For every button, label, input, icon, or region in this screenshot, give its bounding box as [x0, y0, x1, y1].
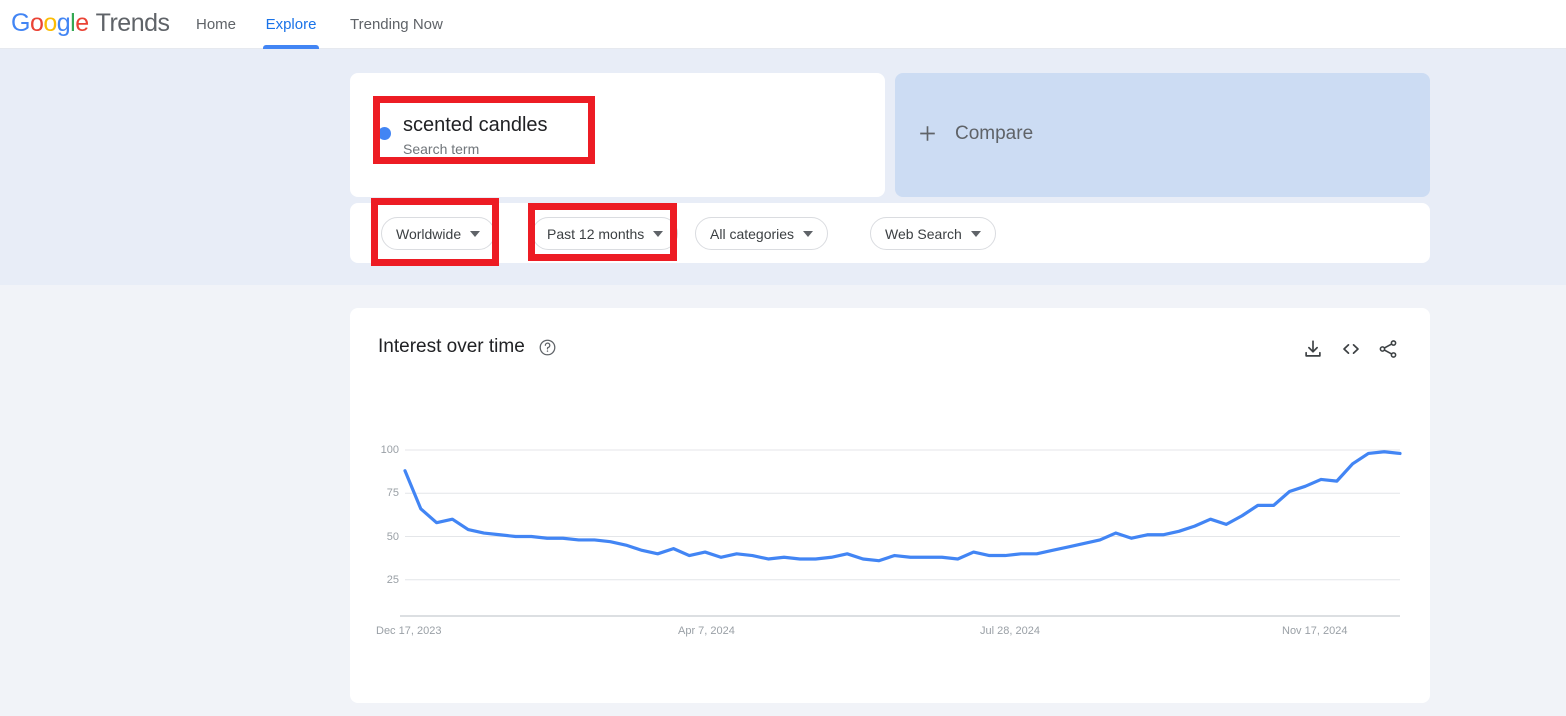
google-trends-logo[interactable]: Google Trends [11, 9, 170, 38]
x-axis-tick-label: Dec 17, 2023 [376, 625, 442, 637]
interest-over-time-chart[interactable] [350, 308, 1430, 703]
y-axis-tick-25: 25 [386, 574, 399, 586]
chart-svg [400, 449, 1402, 617]
filter-location-dropdown[interactable]: Worldwide [381, 217, 496, 250]
nav-item-trending-now[interactable]: Trending Now [346, 0, 447, 49]
filter-search-type-dropdown[interactable]: Web Search [870, 217, 996, 250]
search-term-type-label: Search term [403, 141, 480, 157]
filter-location-label: Worldwide [396, 225, 462, 242]
chevron-down-icon [803, 230, 814, 237]
x-axis-tick-label: Apr 7, 2024 [678, 625, 735, 637]
filter-category-dropdown[interactable]: All categories [695, 217, 829, 250]
logo-letter-e: e [75, 9, 89, 37]
nav-item-home-label: Home [196, 16, 237, 33]
filter-category-label: All categories [710, 225, 795, 242]
filter-bar: Worldwide Past 12 months All categories … [350, 203, 1430, 263]
search-term-text: scented candles [403, 114, 548, 136]
plus-icon [915, 121, 940, 146]
logo-letter-o1: o [29, 9, 44, 37]
compare-card[interactable]: Compare [895, 73, 1430, 197]
y-axis-tick-100: 100 [380, 444, 399, 456]
y-axis-tick-75: 75 [386, 487, 399, 499]
logo-letter-g2: g [56, 9, 71, 37]
logo-letter-g: G [11, 9, 30, 37]
series-color-dot [378, 127, 391, 140]
search-term-card[interactable]: scented candles Search term [350, 73, 885, 197]
nav-item-explore[interactable]: Explore [263, 0, 319, 49]
chevron-down-icon [970, 230, 981, 237]
interest-over-time-card: Interest over time 100 75 50 25 Dec 17, … [350, 308, 1430, 703]
nav-item-home[interactable]: Home [192, 0, 240, 49]
logo-trends-text: Trends [95, 9, 170, 37]
compare-label: Compare [955, 123, 1034, 144]
filter-search-type-label: Web Search [885, 225, 962, 242]
nav-item-explore-label: Explore [265, 16, 317, 33]
chart-series-line [403, 450, 1402, 563]
x-axis-tick-label: Jul 28, 2024 [980, 625, 1040, 637]
filter-time-range-label: Past 12 months [547, 225, 645, 242]
chevron-down-icon [470, 230, 481, 237]
logo-letter-o2: o [43, 9, 57, 37]
y-axis-tick-50: 50 [386, 531, 399, 543]
top-navigation-bar: Google Trends Home Explore Trending Now [0, 0, 1566, 49]
x-axis-tick-label: Nov 17, 2024 [1282, 625, 1348, 637]
chevron-down-icon [653, 230, 664, 237]
nav-item-trending-now-label: Trending Now [350, 16, 443, 33]
filter-time-range-dropdown[interactable]: Past 12 months [532, 217, 679, 250]
